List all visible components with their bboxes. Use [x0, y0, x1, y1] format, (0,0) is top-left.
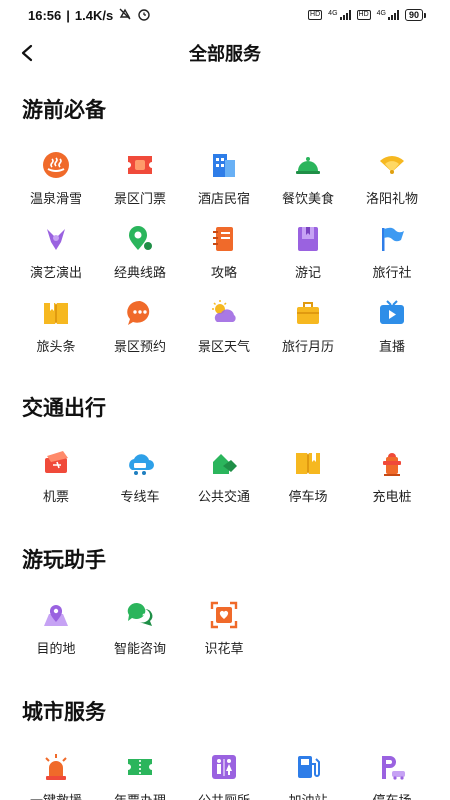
svg-text:?: ?	[142, 612, 148, 622]
back-button[interactable]	[12, 38, 42, 68]
hd-icon: HD	[356, 10, 371, 20]
signal-icon: 4G	[328, 10, 351, 20]
service-item[interactable]: 停车场	[350, 750, 434, 800]
section-title: 交通出行	[22, 397, 106, 420]
service-item[interactable]: 景区门票	[98, 148, 182, 208]
status-time: 16:56	[28, 7, 62, 23]
service-item[interactable]: 停车场	[266, 446, 350, 506]
ticket-icon	[123, 148, 157, 182]
weather-icon	[207, 296, 241, 330]
destination-icon	[39, 598, 73, 632]
restroom-icon	[207, 750, 241, 784]
service-item[interactable]: 攻略	[182, 222, 266, 282]
service-item[interactable]: 目的地	[14, 598, 98, 658]
calendar-bag-icon	[291, 296, 325, 330]
parking-icon	[291, 446, 325, 480]
service-item[interactable]: 年票办理	[98, 750, 182, 800]
alarm-icon	[137, 7, 151, 24]
service-grid: 温泉滑雪 景区门票 酒店民宿 餐饮美食 洛阳礼物 演艺演出 经典线路 攻略 游记…	[14, 148, 434, 356]
chevron-left-icon	[21, 44, 33, 62]
annual-ticket-icon	[123, 750, 157, 784]
service-item[interactable]: 公共厕所	[182, 750, 266, 800]
hd-icon: HD	[308, 10, 323, 20]
chat-bubble-icon	[123, 296, 157, 330]
service-item[interactable]: 一键救援	[14, 750, 98, 800]
nav-bar: 全部服务	[0, 30, 450, 76]
flower-scan-icon	[207, 598, 241, 632]
mute-icon	[118, 7, 132, 24]
flag-icon	[375, 222, 409, 256]
battery-icon: 90	[404, 9, 426, 21]
service-item[interactable]: 经典线路	[98, 222, 182, 282]
service-item[interactable]: 旅行社	[350, 222, 434, 282]
charging-pile-icon	[375, 446, 409, 480]
shuttle-cloud-icon	[123, 446, 157, 480]
page-title: 全部服务	[189, 44, 261, 64]
service-grid: 机票 专线车 公共交通 停车场 充电桩	[14, 446, 434, 506]
service-item[interactable]: 景区预约	[98, 296, 182, 356]
service-item[interactable]: 温泉滑雪	[14, 148, 98, 208]
service-item[interactable]: 餐饮美食	[266, 148, 350, 208]
gas-station-icon	[291, 750, 325, 784]
gift-fan-icon	[375, 148, 409, 182]
alarm-light-icon	[39, 750, 73, 784]
hot-spring-icon	[39, 148, 73, 182]
signal-icon: 4G	[377, 10, 399, 20]
service-item[interactable]: 加油站	[266, 750, 350, 800]
parking-car-icon	[375, 750, 409, 784]
status-bar: 16:56 | 1.4K/s HD 4G HD 4G 90	[0, 0, 450, 30]
service-item[interactable]: 识花草	[182, 598, 266, 658]
notebook-icon	[207, 222, 241, 256]
section-title: 城市服务	[22, 701, 106, 724]
service-grid: 目的地 ? 智能咨询 识花草	[14, 598, 434, 658]
performance-icon	[39, 222, 73, 256]
service-item[interactable]: 游记	[266, 222, 350, 282]
service-item[interactable]: 洛阳礼物	[350, 148, 434, 208]
service-item[interactable]: ? 智能咨询	[98, 598, 182, 658]
section-title: 游前必备	[22, 99, 106, 122]
service-item[interactable]: 直播	[350, 296, 434, 356]
hotel-icon	[207, 148, 241, 182]
service-item[interactable]: 机票	[14, 446, 98, 506]
airplane-ticket-icon	[39, 446, 73, 480]
service-grid: 一键救援 年票办理 公共厕所 加油站 停车场	[14, 750, 434, 800]
network-speed: 1.4K/s	[74, 7, 114, 23]
live-tv-icon	[375, 296, 409, 330]
service-item[interactable]: 景区天气	[182, 296, 266, 356]
service-item[interactable]: 旅行月历	[266, 296, 350, 356]
service-item[interactable]: 专线车	[98, 446, 182, 506]
smart-consult-icon: ?	[123, 598, 157, 632]
public-transport-icon	[207, 446, 241, 480]
service-item[interactable]: 公共交通	[182, 446, 266, 506]
headline-book-icon	[39, 296, 73, 330]
route-pin-icon	[123, 222, 157, 256]
service-item[interactable]: 演艺演出	[14, 222, 98, 282]
service-item[interactable]: 酒店民宿	[182, 148, 266, 208]
service-item[interactable]: 旅头条	[14, 296, 98, 356]
section-title: 游玩助手	[22, 549, 106, 572]
travel-note-icon	[291, 222, 325, 256]
food-cloche-icon	[291, 148, 325, 182]
service-item[interactable]: 充电桩	[350, 446, 434, 506]
